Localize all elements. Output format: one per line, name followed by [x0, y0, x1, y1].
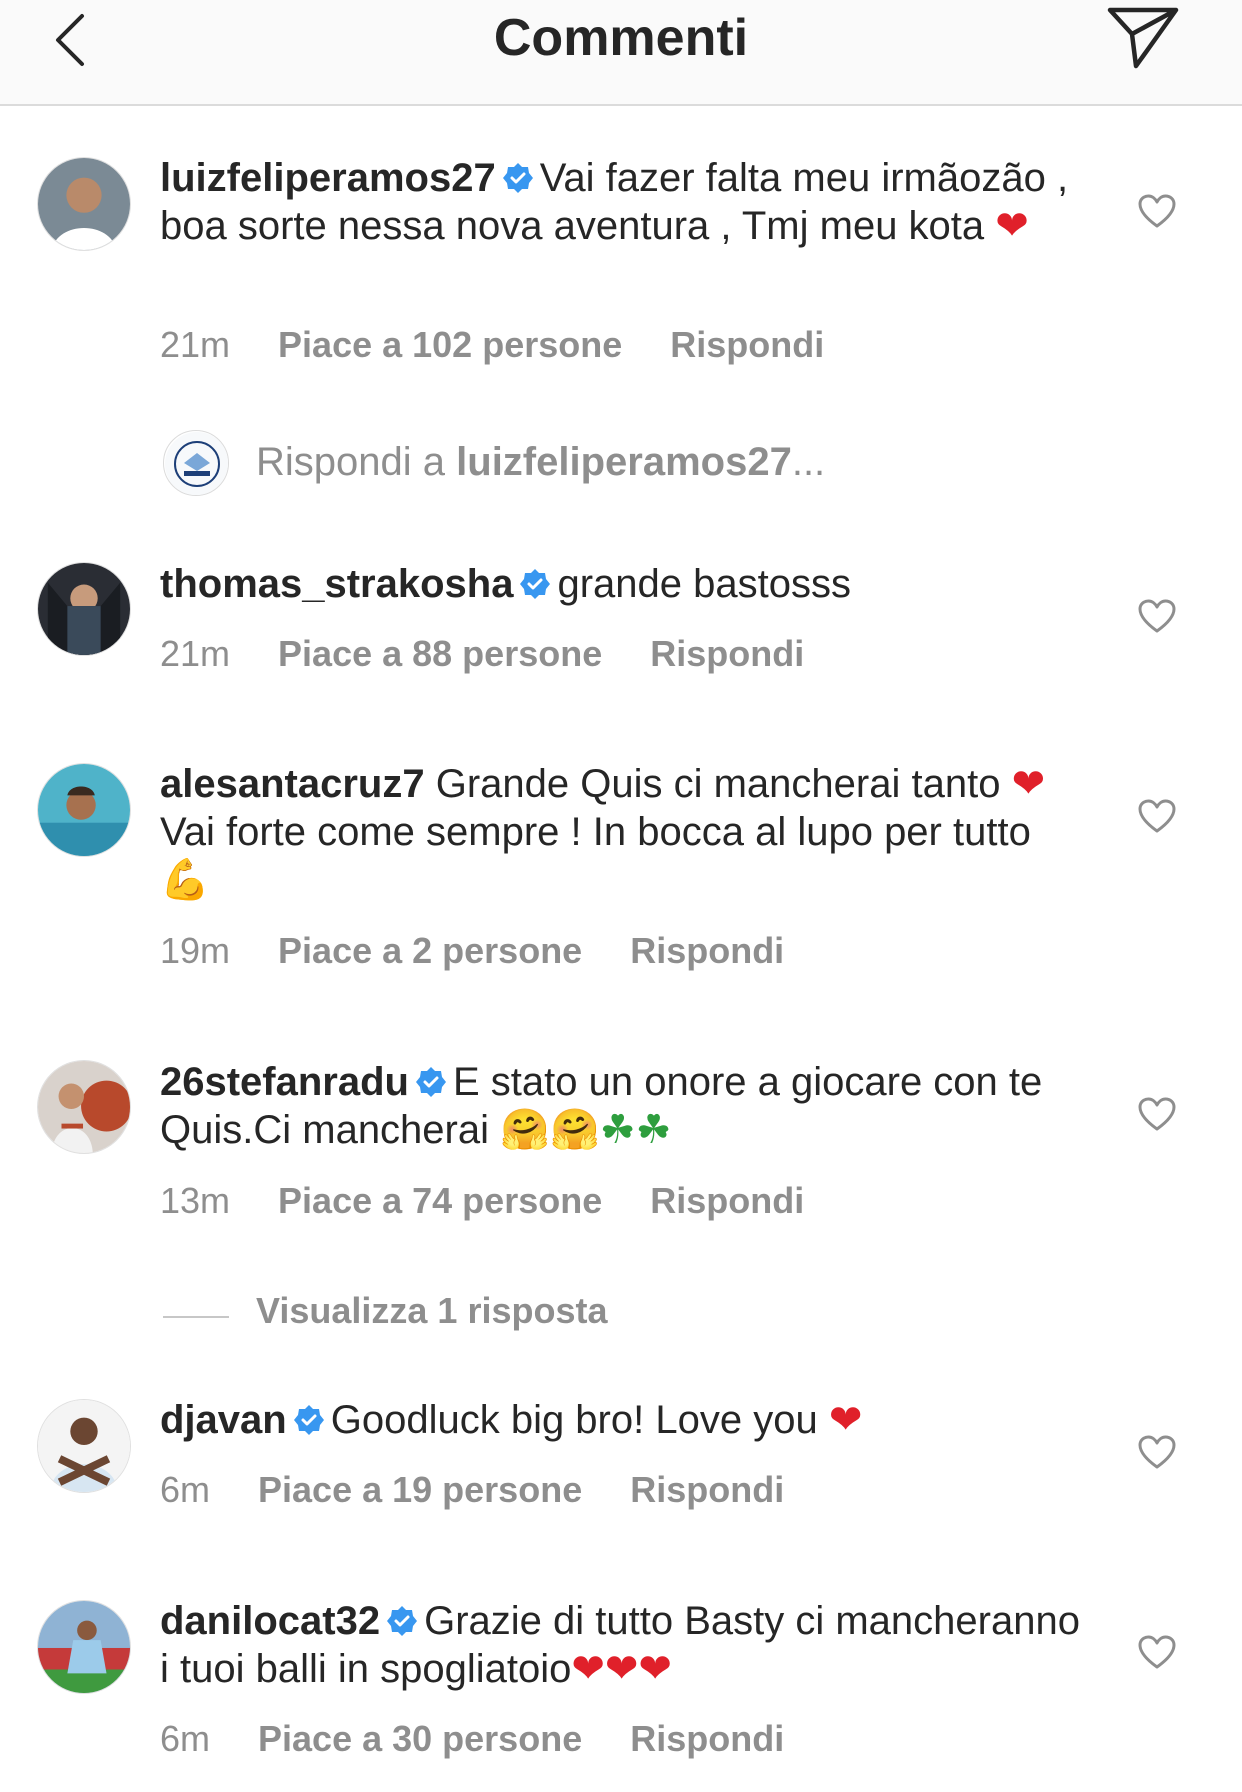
reply-button[interactable]: Rispondi: [630, 930, 784, 971]
comment-body: djavan Goodluck big bro! Love you ❤: [160, 1396, 1080, 1444]
reply-button[interactable]: Rispondi: [650, 1180, 804, 1221]
comment-meta: 19m Piace a 2 persone Rispondi: [160, 930, 784, 972]
avatar[interactable]: [37, 763, 131, 857]
comment-body: danilocat32 Grazie di tutto Basty ci manc…: [160, 1597, 1080, 1693]
reply-button[interactable]: Rispondi: [670, 324, 824, 365]
comment-meta: 21m Piace a 102 persone Rispondi: [160, 324, 824, 366]
comment-text: grande bastosss: [557, 562, 851, 606]
comment-meta: 13m Piace a 74 persone Rispondi: [160, 1180, 804, 1222]
likes-count[interactable]: Piace a 30 persone: [258, 1718, 582, 1759]
heart-icon[interactable]: [1137, 1096, 1177, 1132]
comment-time: 19m: [160, 930, 231, 971]
comment-text: Grande Quis ci mancherai tanto: [435, 762, 1001, 806]
comment-username[interactable]: 26stefanradu: [160, 1060, 409, 1104]
reply-button[interactable]: Rispondi: [630, 1469, 784, 1510]
comment-time: 21m: [160, 633, 231, 674]
heart-icon[interactable]: [1137, 193, 1177, 229]
reply-prompt-prefix: Rispondi a: [256, 440, 446, 484]
comment-body: luizfeliperamos27 Vai fazer falta meu irm…: [160, 154, 1080, 250]
comment-username[interactable]: thomas_strakosha: [160, 562, 513, 606]
comment-time: 21m: [160, 324, 231, 365]
comment-meta: 6m Piace a 19 persone Rispondi: [160, 1469, 784, 1511]
heart-emoji: ❤: [995, 203, 1029, 249]
comment-username[interactable]: alesantacruz7: [160, 762, 425, 806]
comment-username[interactable]: danilocat32: [160, 1599, 380, 1643]
likes-count[interactable]: Piace a 2 persone: [278, 930, 582, 971]
verified-badge-icon: [502, 163, 533, 193]
comment-body: thomas_strakosha grande bastosss: [160, 560, 1080, 608]
avatar[interactable]: [37, 1399, 131, 1493]
avatar[interactable]: [37, 1060, 131, 1154]
avatar[interactable]: [37, 157, 131, 251]
verified-badge-icon: [387, 1606, 418, 1636]
top-bar: Commenti: [0, 0, 1242, 106]
hugging-and-shamrock-emojis: 🤗🤗☘☘: [500, 1107, 672, 1153]
comment-meta: 6m Piace a 30 persone Rispondi: [160, 1718, 784, 1760]
flexed-biceps-emoji: 💪: [160, 857, 210, 903]
heart-icon[interactable]: [1137, 598, 1177, 634]
reply-button[interactable]: Rispondi: [650, 633, 804, 674]
reply-prompt[interactable]: Rispondi a luizfeliperamos27...: [256, 440, 825, 485]
heart-icon[interactable]: [1137, 1434, 1177, 1470]
heart-emoji: ❤: [1011, 761, 1046, 807]
likes-count[interactable]: Piace a 74 persone: [278, 1180, 602, 1221]
avatar[interactable]: [37, 1600, 131, 1694]
heart-icon[interactable]: [1137, 1634, 1177, 1670]
divider: [163, 1316, 229, 1318]
avatar[interactable]: [37, 562, 131, 656]
likes-count[interactable]: Piace a 102 persone: [278, 324, 622, 365]
reply-prompt-suffix: ...: [791, 440, 826, 484]
heart-emojis: ❤❤❤: [571, 1646, 672, 1692]
comment-username[interactable]: luizfeliperamos27: [160, 156, 496, 200]
comment-time: 6m: [160, 1469, 211, 1510]
comment-text: Goodluck big bro! Love you: [330, 1398, 818, 1442]
reply-prompt-user: luizfeliperamos27: [456, 440, 792, 484]
comment-body: alesantacruz7 Grande Quis ci mancherai t…: [160, 760, 1080, 904]
paper-plane-icon[interactable]: [1106, 4, 1180, 70]
avatar: [163, 430, 229, 496]
comment-body: 26stefanradu E stato un onore a giocare c…: [160, 1058, 1080, 1154]
comment-username[interactable]: djavan: [160, 1398, 287, 1442]
verified-badge-icon: [520, 569, 551, 599]
reply-button[interactable]: Rispondi: [630, 1718, 784, 1759]
verified-badge-icon: [293, 1405, 324, 1435]
comment-text: Vai forte come sempre ! In bocca al lupo…: [160, 810, 1031, 854]
page-title: Commenti: [493, 9, 749, 67]
comment-meta: 21m Piace a 88 persone Rispondi: [160, 633, 804, 675]
view-replies-label[interactable]: Visualizza 1 risposta: [256, 1290, 608, 1332]
verified-badge-icon: [415, 1067, 446, 1097]
comment-time: 13m: [160, 1180, 231, 1221]
heart-emoji: ❤: [828, 1397, 863, 1443]
heart-icon[interactable]: [1137, 798, 1177, 834]
comment-time: 6m: [160, 1718, 211, 1759]
likes-count[interactable]: Piace a 88 persone: [278, 633, 602, 674]
likes-count[interactable]: Piace a 19 persone: [258, 1469, 582, 1510]
